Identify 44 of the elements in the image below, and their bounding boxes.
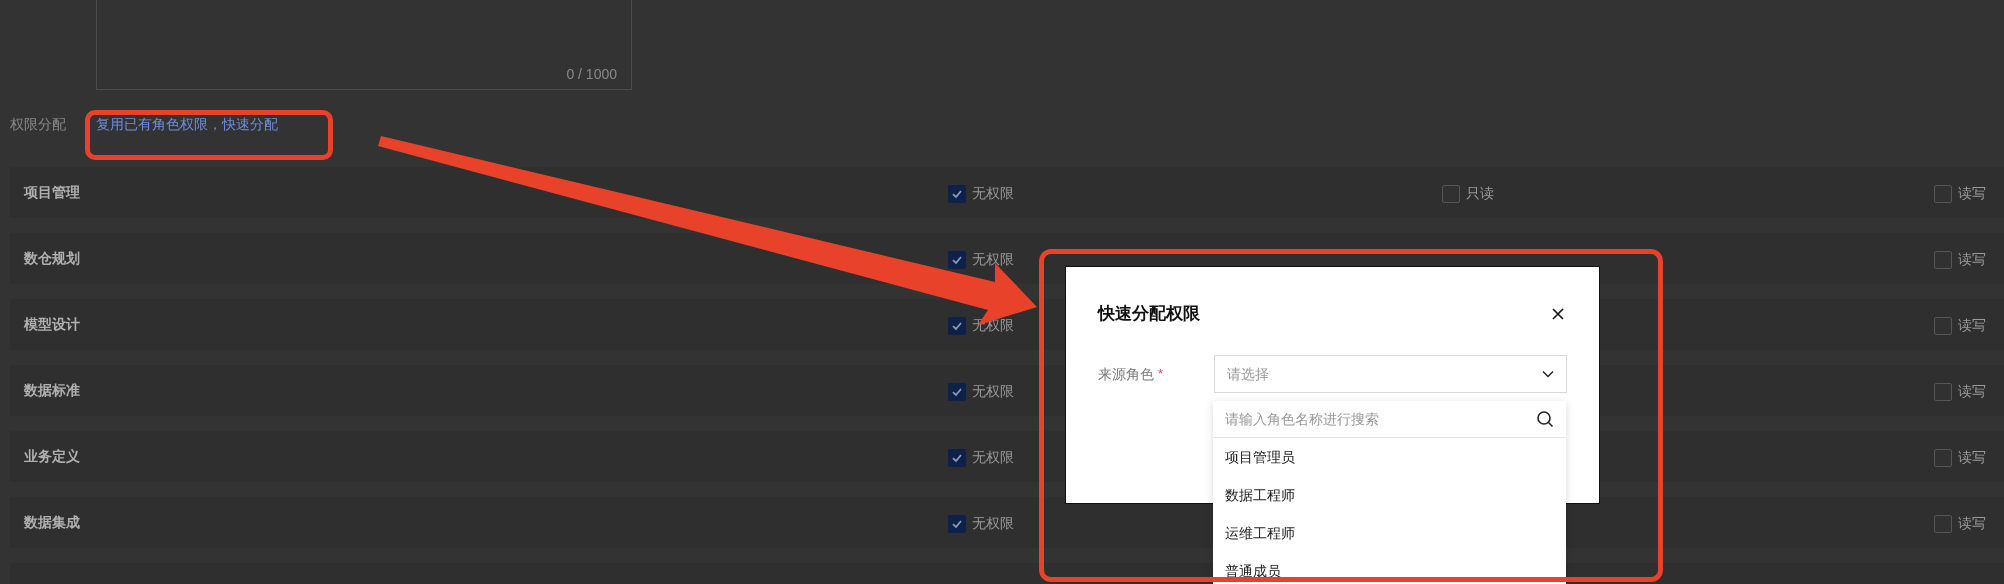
quick-assign-link[interactable]: 复用已有角色权限，快速分配 xyxy=(96,113,278,135)
option-label: 无权限 xyxy=(972,382,1014,401)
dialog-title: 快速分配权限 xyxy=(1098,303,1200,326)
checkbox[interactable] xyxy=(1934,514,1952,533)
checkbox[interactable] xyxy=(1934,184,1952,203)
checkbox[interactable] xyxy=(1934,382,1952,401)
role-option[interactable]: 数据工程师 xyxy=(1213,476,1566,514)
module-name: 数据标准 xyxy=(24,381,80,400)
search-icon xyxy=(1536,410,1554,428)
chevron-down-icon xyxy=(1542,370,1554,378)
checkbox[interactable] xyxy=(948,448,966,467)
character-counter: 0 / 1000 xyxy=(566,65,617,84)
module-name: 项目管理 xyxy=(24,183,80,202)
option-label: 无权限 xyxy=(972,250,1014,269)
required-mark: * xyxy=(1158,365,1164,384)
module-name: 数仓规划 xyxy=(24,249,80,268)
field-label: 来源角色 xyxy=(1098,364,1154,384)
option-label: 只读 xyxy=(1466,184,1494,203)
checkbox[interactable] xyxy=(1934,448,1952,467)
option-label: 读写 xyxy=(1958,184,1986,203)
option-label: 读写 xyxy=(1958,448,1986,467)
option-label: 读写 xyxy=(1958,514,1986,533)
checkbox[interactable] xyxy=(1442,184,1460,203)
checkbox[interactable] xyxy=(948,382,966,401)
role-option[interactable]: 运维工程师 xyxy=(1213,514,1566,552)
field-label: 权限分配 xyxy=(10,114,67,134)
role-option[interactable]: 项目管理员 xyxy=(1213,438,1566,476)
module-name: 业务定义 xyxy=(24,447,80,466)
checkbox[interactable] xyxy=(948,316,966,335)
checkbox[interactable] xyxy=(948,514,966,533)
search-field[interactable]: 请输入角色名称进行搜索 xyxy=(1225,404,1528,434)
option-label: 无权限 xyxy=(972,184,1014,203)
text-area[interactable]: 0 / 1000 xyxy=(96,0,632,90)
option-label: 读写 xyxy=(1958,382,1986,401)
module-name: 模型设计 xyxy=(24,315,80,334)
checkbox[interactable] xyxy=(1934,316,1952,335)
option-label: 读写 xyxy=(1958,250,1986,269)
option-label: 无权限 xyxy=(972,514,1014,533)
module-name: 数据集成 xyxy=(24,513,80,532)
checkbox[interactable] xyxy=(1934,250,1952,269)
option-label: 无权限 xyxy=(972,448,1014,467)
checkbox[interactable] xyxy=(948,250,966,269)
option-label: 读写 xyxy=(1958,316,1986,335)
checkbox[interactable] xyxy=(948,184,966,203)
